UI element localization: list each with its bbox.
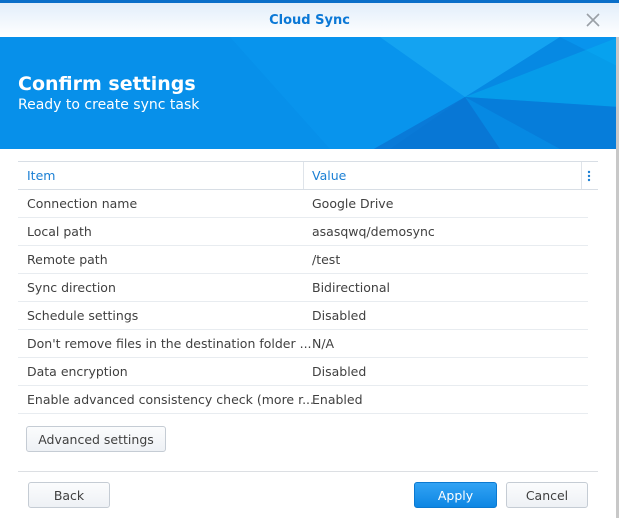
row-item: Sync direction — [27, 280, 116, 295]
table-row[interactable]: Data encryption Disabled — [18, 358, 588, 386]
row-item: Don't remove files in the destination fo… — [27, 336, 312, 351]
column-header-value[interactable]: Value — [312, 168, 346, 183]
close-icon[interactable] — [584, 11, 602, 29]
footer-divider — [18, 471, 598, 472]
row-item: Schedule settings — [27, 308, 139, 323]
column-divider — [303, 162, 304, 189]
row-value: Disabled — [312, 308, 367, 323]
header-banner: Confirm settings Ready to create sync ta… — [0, 37, 619, 149]
table-row[interactable]: Connection name Google Drive — [18, 190, 588, 218]
title-bar: Cloud Sync — [0, 3, 619, 37]
row-item: Enable advanced consistency check (more … — [27, 392, 315, 407]
column-menu-icon[interactable] — [587, 170, 591, 182]
row-value: Disabled — [312, 364, 367, 379]
table-row[interactable]: Don't remove files in the destination fo… — [18, 330, 588, 358]
window-title: Cloud Sync — [269, 13, 350, 28]
cancel-button[interactable]: Cancel — [506, 482, 588, 508]
row-value: /test — [312, 252, 341, 267]
back-button[interactable]: Back — [28, 482, 110, 508]
column-header-item[interactable]: Item — [27, 168, 55, 183]
row-value: N/A — [312, 336, 335, 351]
apply-button[interactable]: Apply — [414, 482, 497, 508]
row-item: Connection name — [27, 196, 138, 211]
settings-table: Item Value Connection name Google Drive Lo… — [18, 161, 598, 414]
table-row[interactable]: Enable advanced consistency check (more … — [18, 386, 588, 414]
advanced-settings-button[interactable]: Advanced settings — [26, 426, 166, 452]
page-title: Confirm settings — [18, 73, 196, 95]
table-row[interactable]: Sync direction Bidirectional — [18, 274, 588, 302]
row-value: Bidirectional — [312, 280, 390, 295]
row-value: Google Drive — [312, 196, 394, 211]
table-row[interactable]: Remote path/test — [18, 246, 588, 274]
page-subtitle: Ready to create sync task — [18, 97, 200, 113]
table-header: Item Value — [18, 161, 598, 190]
row-item: Data encryption — [27, 364, 128, 379]
row-item: Remote path — [27, 252, 108, 267]
table-row[interactable]: Local path asasqwq/demosync — [18, 218, 588, 246]
row-value: asasqwq/demosync — [312, 224, 435, 239]
table-row[interactable]: Schedule settings Disabled — [18, 302, 588, 330]
row-item: Local path — [27, 224, 92, 239]
column-divider — [581, 162, 582, 189]
row-value: Enabled — [312, 392, 363, 407]
